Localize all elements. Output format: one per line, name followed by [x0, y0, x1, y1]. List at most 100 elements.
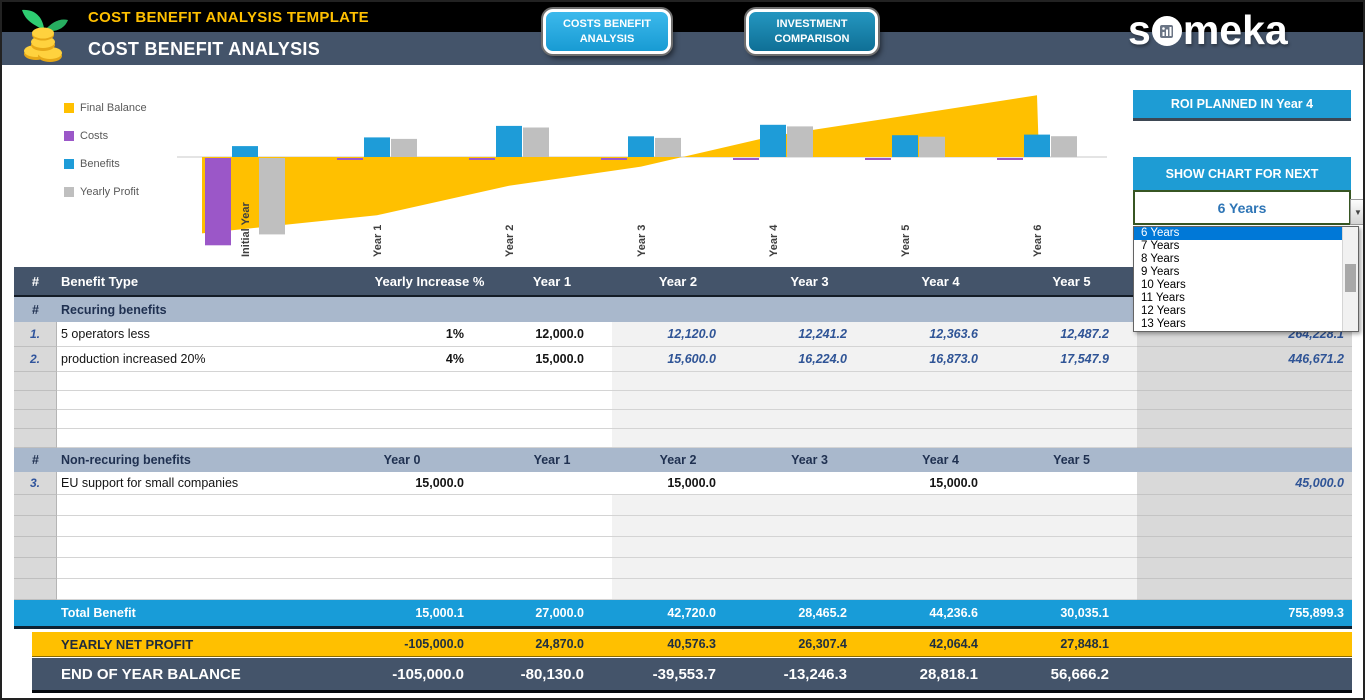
- total-benefit-value: 28,465.2: [744, 600, 875, 626]
- empty-value-cell[interactable]: [492, 372, 612, 391]
- band-spacer: [32, 632, 57, 656]
- empty-value-cell[interactable]: [492, 391, 612, 410]
- money-plant-logo-icon: [16, 4, 74, 67]
- empty-value-cell[interactable]: [492, 495, 612, 516]
- empty-value-cell: [612, 558, 744, 579]
- dropdown-scrollbar[interactable]: [1342, 227, 1358, 331]
- column-header: Yearly Increase %: [312, 267, 492, 295]
- section-hash: #: [14, 297, 57, 322]
- column-header: Year 4: [875, 267, 1006, 295]
- dropdown-arrow-button[interactable]: ▼: [1350, 199, 1365, 225]
- input-value-cell[interactable]: 15,000.0: [492, 347, 612, 372]
- section-year-header: Year 0: [312, 448, 492, 472]
- input-value-cell[interactable]: 1%: [312, 322, 492, 347]
- dropdown-option[interactable]: 10 Years: [1134, 279, 1358, 292]
- empty-value-cell[interactable]: [492, 558, 612, 579]
- band-end-spacer: [1137, 632, 1352, 656]
- empty-value-cell[interactable]: [312, 372, 492, 391]
- empty-value-cell[interactable]: [312, 495, 492, 516]
- dropdown-option[interactable]: 13 Years: [1134, 318, 1358, 331]
- dropdown-scrollbar-thumb[interactable]: [1345, 264, 1356, 292]
- svg-text:Year 6: Year 6: [1032, 225, 1044, 257]
- empty-value-cell[interactable]: [492, 579, 612, 600]
- row-total-cell: [1137, 579, 1352, 600]
- empty-name-cell[interactable]: [57, 537, 312, 558]
- empty-value-cell[interactable]: [312, 516, 492, 537]
- empty-value-cell: [875, 372, 1006, 391]
- table-row: [14, 410, 1352, 429]
- input-value-cell[interactable]: [744, 472, 875, 495]
- empty-value-cell: [744, 410, 875, 429]
- section-year-header: [875, 297, 1006, 322]
- dropdown-option[interactable]: 8 Years: [1134, 253, 1358, 266]
- empty-name-cell[interactable]: [57, 495, 312, 516]
- years-dropdown-value[interactable]: 6 Years: [1133, 190, 1351, 225]
- dropdown-option[interactable]: 7 Years: [1134, 240, 1358, 253]
- template-title: COST BENEFIT ANALYSIS TEMPLATE: [88, 9, 369, 26]
- show-chart-for-next-button[interactable]: SHOW CHART FOR NEXT: [1133, 157, 1351, 190]
- empty-value-cell: [744, 558, 875, 579]
- input-value-cell[interactable]: 15,000.0: [612, 472, 744, 495]
- empty-value-cell[interactable]: [492, 516, 612, 537]
- input-value-cell[interactable]: 12,000.0: [492, 322, 612, 347]
- end-of-year-balance-label: END OF YEAR BALANCE: [57, 658, 312, 690]
- benefit-name-cell[interactable]: production increased 20%: [57, 347, 312, 372]
- row-number-cell: 3.: [14, 472, 57, 495]
- legend-label: Yearly Profit: [80, 186, 139, 198]
- empty-value-cell: [875, 537, 1006, 558]
- benefit-name-cell[interactable]: EU support for small companies: [57, 472, 312, 495]
- input-value-cell[interactable]: 15,000.0: [875, 472, 1006, 495]
- empty-value-cell[interactable]: [312, 391, 492, 410]
- empty-value-cell: [1006, 495, 1137, 516]
- empty-value-cell: [1006, 410, 1137, 429]
- empty-value-cell[interactable]: [312, 558, 492, 579]
- empty-name-cell[interactable]: [57, 372, 312, 391]
- table-row: 3.EU support for small companies15,000.0…: [14, 472, 1352, 495]
- end-of-year-balance-value: -105,000.0: [312, 658, 492, 690]
- yearly-net-profit-value: 42,064.4: [875, 632, 1006, 656]
- svg-text:Year 2: Year 2: [504, 225, 516, 257]
- legend-label: Final Balance: [80, 102, 147, 114]
- empty-value-cell[interactable]: [312, 537, 492, 558]
- svg-text:Initial Year: Initial Year: [240, 201, 252, 257]
- section-year-header: Year 5: [1006, 448, 1137, 472]
- benefit-name-cell[interactable]: 5 operators less: [57, 322, 312, 347]
- input-value-cell[interactable]: 15,000.0: [312, 472, 492, 495]
- brand-o-chart-icon: [1151, 15, 1183, 47]
- empty-value-cell[interactable]: [312, 579, 492, 600]
- row-total-cell: [1137, 558, 1352, 579]
- dropdown-option[interactable]: 12 Years: [1134, 305, 1358, 318]
- table-row: [14, 516, 1352, 537]
- empty-name-cell[interactable]: [57, 429, 312, 448]
- roi-planned-button[interactable]: ROI PLANNED IN Year 4: [1133, 90, 1351, 121]
- empty-value-cell[interactable]: [492, 410, 612, 429]
- row-number-cell: [14, 410, 57, 429]
- empty-value-cell[interactable]: [492, 429, 612, 448]
- empty-value-cell: [612, 516, 744, 537]
- empty-value-cell[interactable]: [312, 429, 492, 448]
- legend-label: Benefits: [80, 158, 120, 170]
- input-value-cell[interactable]: [1006, 472, 1137, 495]
- costs-benefit-analysis-button[interactable]: COSTS BENEFIT ANALYSIS: [543, 9, 671, 54]
- empty-name-cell[interactable]: [57, 558, 312, 579]
- dropdown-option[interactable]: 9 Years: [1134, 266, 1358, 279]
- empty-name-cell[interactable]: [57, 516, 312, 537]
- input-value-cell[interactable]: 4%: [312, 347, 492, 372]
- empty-name-cell[interactable]: [57, 410, 312, 429]
- empty-value-cell[interactable]: [492, 537, 612, 558]
- dropdown-option[interactable]: 6 Years: [1134, 227, 1358, 240]
- total-benefit-value: 42,720.0: [612, 600, 744, 626]
- end-of-year-balance-value: -80,130.0: [492, 658, 612, 690]
- empty-value-cell: [875, 558, 1006, 579]
- column-header: #: [14, 267, 57, 295]
- dropdown-option[interactable]: 11 Years: [1134, 292, 1358, 305]
- empty-name-cell[interactable]: [57, 579, 312, 600]
- table-row: [14, 495, 1352, 516]
- empty-value-cell: [1006, 516, 1137, 537]
- cost-benefit-chart: Initial YearYear 1Year 2Year 3Year 4Year…: [177, 82, 1112, 260]
- empty-name-cell[interactable]: [57, 391, 312, 410]
- investment-comparison-button[interactable]: INVESTMENT COMPARISON: [746, 9, 878, 54]
- empty-value-cell[interactable]: [312, 410, 492, 429]
- input-value-cell[interactable]: [492, 472, 612, 495]
- row-number-cell: 1.: [14, 322, 57, 347]
